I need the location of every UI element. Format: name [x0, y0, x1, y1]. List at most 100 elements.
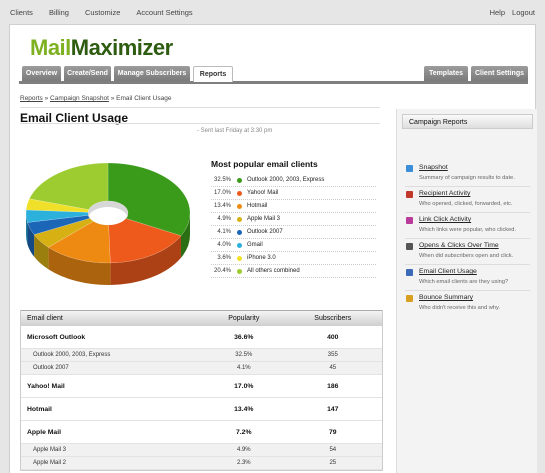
cell-subscribers: 45	[329, 365, 337, 371]
legend-percent: 17.0%	[213, 190, 231, 196]
legend-swatch	[237, 216, 242, 222]
header-subscribers[interactable]: Subscribers	[284, 315, 382, 322]
legend-item: 17.0% Yahoo! Mail	[211, 187, 376, 200]
table-row: Outlook 2000, 2003, Express 32.5% 355	[21, 349, 382, 362]
cell-subscribers: 400	[327, 333, 339, 341]
table-group-row: Hotmail 13.4% 147	[21, 398, 382, 421]
legend-swatch	[237, 203, 242, 209]
nav-help[interactable]: Help	[490, 8, 505, 17]
breadcrumb-separator: »	[110, 95, 115, 102]
breadcrumb-separator: »	[44, 95, 49, 102]
legend-item: 4.0% Gmail	[211, 239, 376, 252]
logo: MailMaximizer	[30, 35, 173, 61]
legend-label: iPhone 3.0	[247, 255, 276, 261]
legend-label: Outlook 2000, 2003, Express	[247, 177, 325, 183]
sidebar-item-label[interactable]: Link Click Activity	[419, 216, 471, 223]
sidebar-item-desc: Who didn't receive this and why.	[419, 305, 500, 311]
legend-item: 4.1% Outlook 2007	[211, 226, 376, 239]
legend-percent: 4.9%	[217, 216, 231, 222]
cell-subscribers: 25	[329, 460, 337, 466]
breadcrumb-reports[interactable]: Reports	[20, 95, 43, 102]
cell-subscribers: 54	[329, 447, 337, 453]
divider	[405, 186, 530, 187]
activity-icon	[406, 191, 413, 198]
header-email-client[interactable]: Email client	[21, 315, 204, 322]
nav-billing[interactable]: Billing	[49, 8, 69, 17]
chart-title: Most popular email clients	[211, 159, 318, 169]
nav-logout[interactable]: Logout	[512, 8, 535, 17]
cell-popularity: 36.6%	[234, 333, 254, 341]
legend-label: Gmail	[247, 242, 263, 248]
sidebar-item-label[interactable]: Bounce Summary	[419, 294, 473, 301]
legend-label: Apple Mail 3	[247, 216, 281, 222]
legend-label: Yahoo! Mail	[247, 190, 279, 196]
nav-customize[interactable]: Customize	[85, 8, 120, 17]
cell-subscribers: 355	[327, 352, 338, 358]
cell-client: Apple Mail 3	[33, 447, 67, 453]
legend-item: 3.6% iPhone 3.0	[211, 252, 376, 265]
table-row: Outlook 2007 4.1% 45	[21, 362, 382, 375]
tab-templates[interactable]: Templates	[424, 66, 468, 81]
bounce-icon	[406, 295, 413, 302]
sidebar-item-label[interactable]: Recipient Activity	[419, 190, 470, 197]
logo-part-mail: Mail	[30, 35, 71, 60]
legend-percent: 20.4%	[213, 268, 231, 274]
legend-label: All others combined	[247, 268, 300, 274]
top-bar: Clients Billing Customize Account Settin…	[0, 0, 545, 24]
legend-percent: 32.5%	[213, 177, 231, 183]
cell-client: Outlook 2000, 2003, Express	[33, 352, 111, 358]
sidebar-item-desc: Who opened, clicked, forwarded, etc.	[419, 201, 513, 207]
tab-overview[interactable]: Overview	[22, 66, 61, 81]
legend-percent: 4.1%	[217, 229, 231, 235]
table-group-row: Yahoo! Mail 17.0% 186	[21, 375, 382, 398]
tab-reports[interactable]: Reports	[193, 66, 233, 82]
table-header: Email client Popularity Subscribers	[21, 310, 382, 326]
tab-manage-subscribers[interactable]: Manage Subscribers	[114, 66, 190, 81]
sidebar-item-desc: Summary of campaign results to date.	[419, 175, 515, 181]
cell-popularity: 13.4%	[234, 405, 254, 413]
sidebar-item-label[interactable]: Snapshot	[419, 164, 448, 171]
table-row: Apple Mail 3 4.9% 54	[21, 444, 382, 457]
sidebar: Campaign Reports Snapshot Summary of camp…	[396, 109, 537, 473]
cell-popularity: 4.1%	[236, 365, 251, 371]
nav-clients[interactable]: Clients	[10, 8, 33, 17]
legend-swatch	[237, 190, 242, 196]
breadcrumb-current: Email Client Usage	[116, 95, 172, 102]
chart-icon	[406, 165, 413, 172]
chart-legend: 32.5% Outlook 2000, 2003, Express 17.0% Yah…	[211, 174, 376, 278]
cell-subscribers: 79	[328, 428, 337, 436]
table-body: Microsoft Outlook 36.6% 400 Outlook 2000, 2…	[21, 326, 382, 470]
breadcrumb-campaign-snapshot[interactable]: Campaign Snapshot	[50, 95, 109, 102]
nav-account-settings[interactable]: Account Settings	[136, 8, 192, 17]
legend-swatch	[237, 255, 242, 261]
legend-label: Outlook 2007	[247, 229, 283, 235]
tab-bar: Overview Create/Send Manage Subscribers …	[19, 66, 528, 84]
divider	[405, 212, 530, 213]
divider	[20, 123, 380, 124]
table-row: Apple Mail 2 2.3% 25	[21, 457, 382, 470]
pie-chart	[25, 162, 191, 285]
sidebar-item-label[interactable]: Opens & Clicks Over Time	[419, 242, 499, 249]
tab-create-send[interactable]: Create/Send	[64, 66, 111, 81]
table-group-row: Apple Mail 7.2% 79	[21, 421, 382, 444]
sidebar-item-desc: Which links were popular, who clicked.	[419, 227, 517, 233]
cell-client: Microsoft Outlook	[27, 333, 86, 341]
legend-percent: 4.0%	[217, 242, 231, 248]
legend-percent: 13.4%	[213, 203, 231, 209]
legend-percent: 3.6%	[217, 255, 231, 261]
legend-item: 4.9% Apple Mail 3	[211, 213, 376, 226]
tab-client-settings[interactable]: Client Settings	[471, 66, 528, 81]
divider	[20, 107, 380, 108]
breadcrumb: Reports » Campaign Snapshot » Email Clie…	[20, 95, 171, 102]
header-popularity[interactable]: Popularity	[204, 315, 284, 322]
cell-popularity: 2.3%	[236, 460, 251, 466]
cell-client: Apple Mail 2	[33, 460, 67, 466]
envelope-icon	[406, 269, 413, 276]
divider	[405, 238, 530, 239]
cell-popularity: 4.9%	[236, 447, 251, 453]
email-client-table: Email client Popularity Subscribers Micr…	[20, 310, 383, 471]
cell-popularity: 32.5%	[235, 352, 253, 358]
sidebar-item-label[interactable]: Email Client Usage	[419, 268, 477, 275]
cell-client: Hotmail	[27, 405, 52, 413]
legend-swatch	[237, 268, 242, 274]
